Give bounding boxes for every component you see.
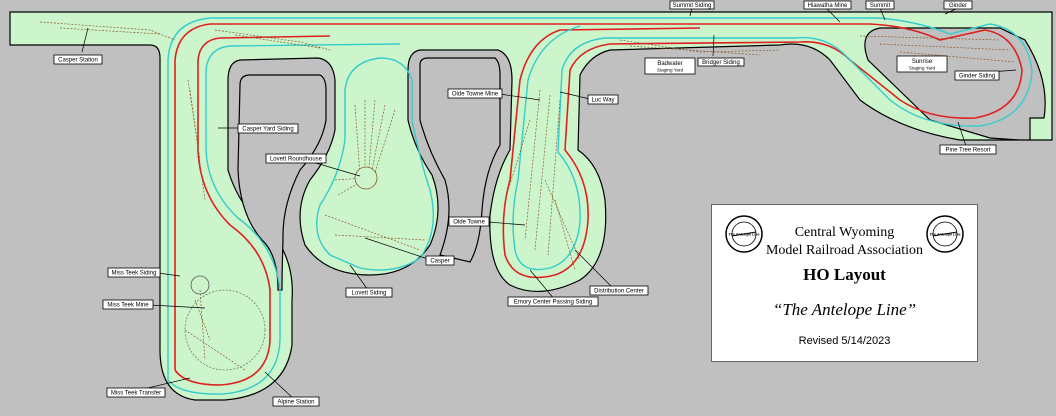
- label-luc-way: Luc Way: [587, 94, 619, 105]
- label-casper-station: Casper Station: [53, 54, 103, 65]
- svg-text:Miss Teek Siding: Miss Teek Siding: [112, 271, 157, 277]
- label-summit-siding: Summit Siding: [669, 0, 715, 10]
- label-ginder: Ginder: [943, 0, 973, 10]
- svg-text:Summit: Summit: [870, 3, 891, 9]
- layout-name: “The Antelope Line”: [772, 300, 917, 319]
- title-block: The Antelope Line The Antelope Line Cent…: [711, 204, 978, 362]
- label-miss-teek-siding: Miss Teek Siding: [107, 267, 161, 278]
- label-casper: Casper: [425, 255, 455, 266]
- svg-text:Pine Tree Resort: Pine Tree Resort: [945, 148, 990, 154]
- svg-text:Casper: Casper: [430, 259, 449, 265]
- svg-text:Hiawatha Mine: Hiawatha Mine: [808, 3, 848, 9]
- org-name-line2: Model Railroad Association: [765, 243, 924, 258]
- label-lovett-siding: Lovett Siding: [345, 287, 393, 298]
- svg-text:Badwater: Badwater: [657, 61, 682, 67]
- label-summit: Summit: [865, 0, 895, 10]
- svg-text:Emory Center Passing Siding: Emory Center Passing Siding: [514, 300, 592, 306]
- label-alpine-station: Alpine Station: [272, 396, 320, 407]
- label-olde-towne-mine: Olde Towne Mine: [447, 88, 503, 99]
- label-hiawatha-mine: Hiawatha Mine: [803, 0, 852, 10]
- label-bridger-siding: Bridger Siding: [697, 57, 745, 67]
- label-sunrise: SunriseStaging Yard: [896, 55, 948, 73]
- label-casper-yard-siding: Casper Yard Siding: [237, 123, 299, 134]
- svg-text:Lovett Roundhouse: Lovett Roundhouse: [270, 157, 323, 163]
- org-name-line1: Central Wyoming: [794, 225, 895, 240]
- label-miss-teek-mine: Miss Teek Mine: [102, 299, 154, 310]
- layout-scale-title: HO Layout: [803, 265, 886, 284]
- svg-text:Luc Way: Luc Way: [591, 98, 614, 104]
- label-lovett-roundhouse: Lovett Roundhouse: [265, 153, 327, 164]
- svg-text:Ginder: Ginder: [949, 3, 967, 9]
- svg-text:Bridger Siding: Bridger Siding: [702, 60, 740, 66]
- svg-text:Distribution Center: Distribution Center: [594, 289, 644, 295]
- svg-text:Staging Yard: Staging Yard: [909, 66, 936, 71]
- svg-text:Alpine Station: Alpine Station: [277, 400, 314, 406]
- svg-text:Casper Yard Siding: Casper Yard Siding: [242, 127, 293, 133]
- label-miss-teek-transfer: Miss Teek Transfer: [106, 387, 166, 398]
- svg-text:Sunrise: Sunrise: [912, 59, 933, 65]
- svg-text:Ginder Siding: Ginder Siding: [959, 74, 995, 80]
- svg-text:Miss Teek Mine: Miss Teek Mine: [107, 303, 149, 309]
- svg-text:Staging Yard: Staging Yard: [657, 68, 684, 73]
- label-ginder-siding: Ginder Siding: [954, 70, 1000, 81]
- label-olde-towne: Olde Towne: [448, 216, 490, 227]
- turntable: [354, 166, 378, 190]
- svg-text:Lovett Siding: Lovett Siding: [352, 291, 387, 297]
- svg-text:Summit Siding: Summit Siding: [673, 3, 712, 9]
- svg-text:Olde Towne Mine: Olde Towne Mine: [452, 92, 499, 98]
- label-emory-center-passing-siding: Emory Center Passing Siding: [507, 296, 599, 307]
- svg-text:Olde Towne: Olde Towne: [453, 220, 485, 226]
- svg-text:Miss Teek Transfer: Miss Teek Transfer: [111, 391, 161, 397]
- label-distribution-center: Distribution Center: [589, 285, 649, 296]
- revision-date: Revised 5/14/2023: [798, 335, 891, 347]
- label-badwater: BadwaterStaging Yard: [644, 57, 696, 75]
- label-pine-tree-resort: Pine Tree Resort: [939, 144, 997, 155]
- layout-diagram: Casper Station Summit Siding Hiawatha Mi…: [0, 0, 1056, 411]
- svg-text:Casper Station: Casper Station: [58, 58, 98, 64]
